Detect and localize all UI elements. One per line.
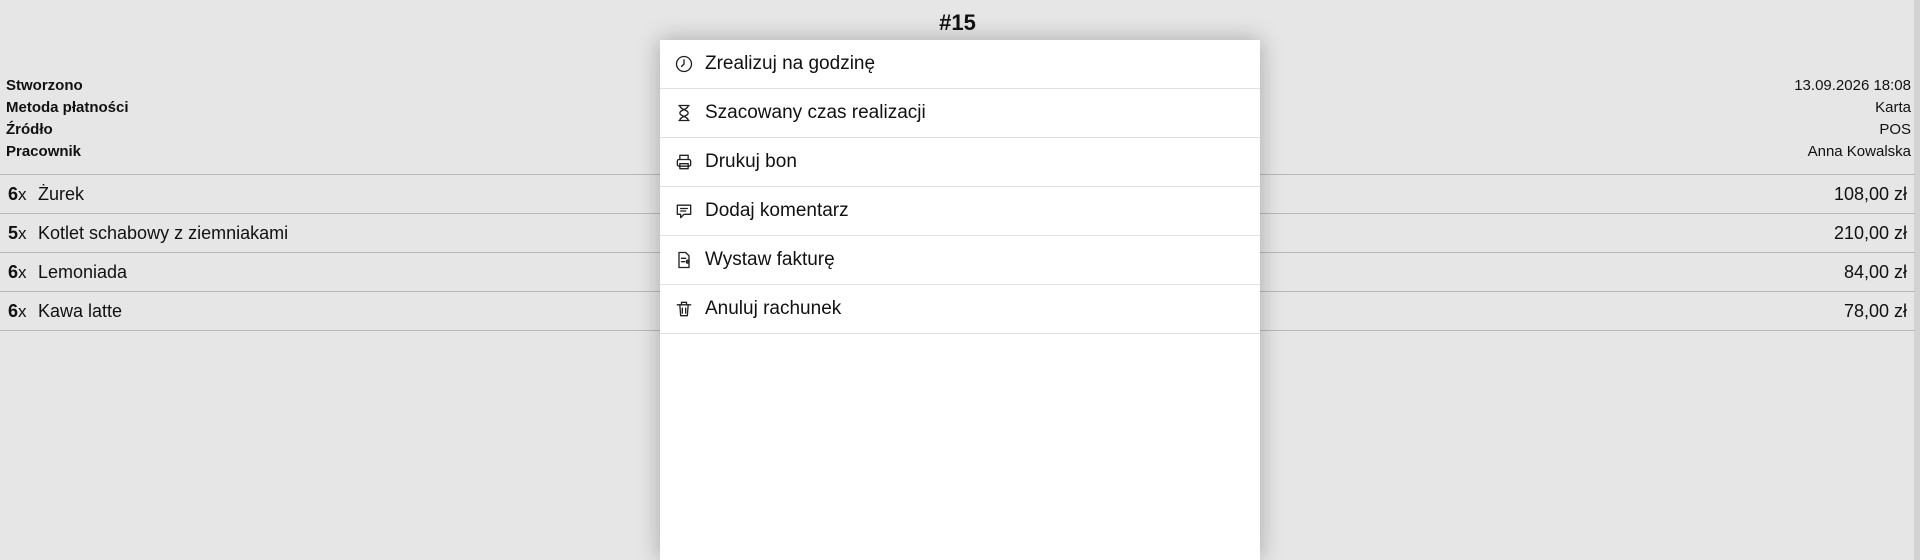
menu-item-add-comment[interactable]: Dodaj komentarz bbox=[660, 187, 1260, 236]
item-price: 84,00 zł bbox=[1843, 261, 1907, 282]
item-price: 78,00 zł bbox=[1843, 300, 1907, 321]
menu-item-label: Zrealizuj na godzinę bbox=[705, 53, 876, 74]
menu-item-label: Drukuj bon bbox=[705, 151, 797, 172]
item-name: Kotlet schabowy z ziemniakami bbox=[38, 222, 289, 243]
order-title: #15 bbox=[939, 10, 976, 35]
menu-item-print-receipt[interactable]: Drukuj bon bbox=[660, 138, 1260, 187]
item-quantity-multiplier: x bbox=[18, 262, 27, 282]
item-quantity-number: 6 bbox=[8, 261, 19, 282]
item-quantity-multiplier: x bbox=[18, 301, 27, 321]
menu-item-estimated-time[interactable]: Szacowany czas realizacji bbox=[660, 89, 1260, 138]
source-value: POS bbox=[1879, 121, 1911, 138]
item-quantity-multiplier: x bbox=[18, 223, 27, 243]
clock-icon bbox=[674, 54, 694, 74]
item-quantity-number: 6 bbox=[8, 183, 19, 204]
menu-item-label: Dodaj komentarz bbox=[705, 200, 849, 221]
created-label: Stworzono bbox=[6, 77, 83, 94]
item-quantity-number: 6 bbox=[8, 300, 19, 321]
employee-value: Anna Kowalska bbox=[1807, 143, 1911, 160]
order-page: #15 Stworzono 13.09.2026 18:08 Metoda pł… bbox=[0, 0, 1920, 560]
item-name: Kawa latte bbox=[38, 300, 123, 321]
menu-item-issue-invoice[interactable]: Wystaw fakturę bbox=[660, 236, 1260, 285]
item-quantity: 5x bbox=[8, 223, 38, 244]
menu-item-label: Szacowany czas realizacji bbox=[705, 102, 926, 123]
printer-icon bbox=[674, 152, 694, 172]
item-price: 108,00 zł bbox=[1833, 183, 1907, 204]
item-price: 210,00 zł bbox=[1833, 222, 1907, 243]
menu-item-label: Wystaw fakturę bbox=[705, 249, 835, 270]
item-quantity: 6x bbox=[8, 184, 38, 205]
menu-item-cancel-bill[interactable]: Anuluj rachunek bbox=[660, 285, 1260, 334]
hourglass-icon bbox=[674, 103, 694, 123]
employee-label: Pracownik bbox=[6, 143, 82, 160]
item-quantity-multiplier: x bbox=[18, 184, 27, 204]
item-quantity: 6x bbox=[8, 301, 38, 322]
source-label: Źródło bbox=[6, 121, 53, 138]
item-name: Żurek bbox=[38, 183, 85, 204]
comment-icon bbox=[674, 201, 694, 221]
item-quantity-number: 5 bbox=[8, 222, 19, 243]
payment-method-value: Karta bbox=[1875, 99, 1911, 116]
invoice-icon bbox=[674, 250, 694, 270]
menu-item-label: Anuluj rachunek bbox=[705, 298, 842, 319]
trash-icon bbox=[674, 299, 694, 319]
order-actions-menu: Zrealizuj na godzinę Szacowany czas real… bbox=[660, 40, 1260, 560]
menu-item-schedule-time[interactable]: Zrealizuj na godzinę bbox=[660, 40, 1260, 89]
item-name: Lemoniada bbox=[38, 261, 128, 282]
item-quantity: 6x bbox=[8, 262, 38, 283]
payment-method-label: Metoda płatności bbox=[6, 99, 129, 116]
created-value: 13.09.2026 18:08 bbox=[1794, 77, 1911, 94]
